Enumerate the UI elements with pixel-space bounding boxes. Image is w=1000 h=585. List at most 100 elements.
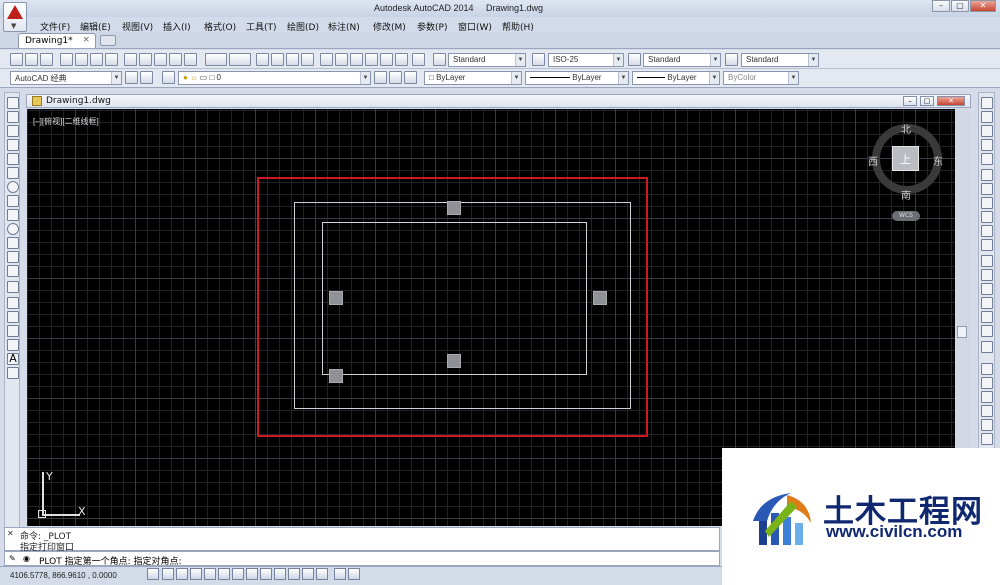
stretch-icon[interactable] — [981, 211, 993, 223]
tool-palettes-icon[interactable] — [350, 53, 363, 66]
mirror-icon[interactable] — [981, 125, 993, 137]
layer-previous-icon[interactable] — [389, 71, 402, 84]
make-block-icon[interactable] — [7, 265, 19, 277]
plotstyle-select[interactable]: ByColor ▼ — [723, 71, 799, 85]
command-input[interactable]: ✎ ◉ PLOT 指定第一个角点: 指定对角点: — [4, 551, 720, 567]
cut-icon[interactable] — [124, 53, 137, 66]
ellipse-icon[interactable] — [7, 223, 19, 235]
scale-icon[interactable] — [981, 197, 993, 209]
wrench-icon[interactable]: ✎ — [9, 554, 16, 563]
table-style-select[interactable]: Standard ▼ — [643, 53, 721, 67]
offset-icon[interactable] — [981, 139, 993, 151]
application-menu-button[interactable]: ▼ — [3, 2, 27, 32]
viewport-controls-label[interactable]: [–][俯视][二维线框] — [33, 116, 99, 127]
infer-constraints-toggle[interactable] — [147, 568, 159, 580]
text-front-icon[interactable] — [981, 433, 993, 445]
revision-cloud-icon[interactable] — [7, 195, 19, 207]
move-icon[interactable] — [981, 169, 993, 181]
spline-icon[interactable] — [7, 209, 19, 221]
mleader-style-select[interactable]: Standard ▼ — [741, 53, 819, 67]
insert-block-icon[interactable] — [7, 251, 19, 263]
scrollbar-thumb[interactable] — [957, 326, 967, 338]
copy-icon[interactable] — [139, 53, 152, 66]
print-icon[interactable] — [60, 53, 73, 66]
minimize-button[interactable]: – — [932, 0, 950, 12]
line-icon[interactable] — [7, 97, 19, 109]
compass-east[interactable]: 东 — [933, 153, 943, 168]
copy-object-icon[interactable] — [981, 111, 993, 123]
grip-right[interactable] — [593, 291, 607, 305]
otrack-toggle[interactable] — [246, 568, 258, 580]
markup-icon[interactable] — [380, 53, 393, 66]
erase-icon[interactable] — [981, 97, 993, 109]
region-icon[interactable] — [7, 325, 19, 337]
dyn-toggle[interactable] — [274, 568, 286, 580]
drawing-close-button[interactable]: ✕ — [937, 96, 965, 106]
ellipse-arc-icon[interactable] — [7, 237, 19, 249]
zoom-realtime-icon[interactable] — [271, 53, 284, 66]
circle-icon[interactable] — [7, 181, 19, 193]
layer-select[interactable]: ● ☼ ▭ □ 0 ▼ — [178, 71, 371, 85]
mtext-icon[interactable]: A — [7, 353, 19, 365]
make-current-layer-icon[interactable] — [374, 71, 387, 84]
rotate-icon[interactable] — [981, 183, 993, 195]
grid-toggle[interactable] — [176, 568, 188, 580]
annotation-monitor-toggle[interactable] — [348, 568, 360, 580]
array-icon[interactable] — [981, 153, 993, 165]
redo-icon[interactable] — [229, 53, 251, 66]
polygon-icon[interactable] — [7, 139, 19, 151]
workspace-settings-icon[interactable] — [125, 71, 138, 84]
help-icon[interactable] — [412, 53, 425, 66]
recent-commands-icon[interactable]: ◉ — [23, 554, 30, 563]
compass-south[interactable]: 南 — [901, 187, 911, 202]
add-selected-icon[interactable] — [7, 367, 19, 379]
snap-toggle[interactable] — [162, 568, 174, 580]
zoom-window-icon[interactable] — [286, 53, 299, 66]
polyline-icon[interactable] — [7, 125, 19, 137]
sheet-set-icon[interactable] — [365, 53, 378, 66]
polar-toggle[interactable] — [204, 568, 216, 580]
wcs-menu[interactable]: WCS — [892, 211, 920, 221]
compass-north[interactable]: 北 — [901, 121, 911, 136]
extend-icon[interactable] — [981, 239, 993, 251]
dim-style-select[interactable]: ISO-25 ▼ — [548, 53, 624, 67]
linetype-select[interactable]: ByLayer ▼ — [525, 71, 629, 85]
drawing-minimize-button[interactable]: – — [903, 96, 917, 106]
inner-rectangle-entity[interactable] — [322, 222, 587, 375]
match-properties-icon[interactable] — [169, 53, 182, 66]
osnap-toggle[interactable] — [218, 568, 230, 580]
lineweight-toggle[interactable] — [288, 568, 300, 580]
join-icon[interactable] — [981, 283, 993, 295]
coordinates-readout[interactable]: 4106.5778, 866.9610 , 0.0000 — [10, 571, 117, 580]
transparency-toggle[interactable] — [302, 568, 314, 580]
grip-top[interactable] — [447, 201, 461, 215]
design-center-icon[interactable] — [335, 53, 348, 66]
lineweight-select[interactable]: ByLayer ▼ — [632, 71, 720, 85]
grip-left[interactable] — [329, 291, 343, 305]
text-style-select[interactable]: Standard ▼ — [448, 53, 526, 67]
point-icon[interactable] — [7, 281, 19, 293]
publish-icon[interactable] — [90, 53, 103, 66]
layer-state-icon[interactable] — [404, 71, 417, 84]
bring-above-icon[interactable] — [981, 405, 993, 417]
pan-icon[interactable] — [256, 53, 269, 66]
break-icon[interactable] — [981, 269, 993, 281]
block-editor-icon[interactable] — [184, 53, 197, 66]
qnew-icon[interactable] — [25, 53, 38, 66]
gear-icon[interactable] — [140, 71, 153, 84]
arc-icon[interactable] — [7, 167, 19, 179]
bring-front-icon[interactable] — [981, 377, 993, 389]
paste-icon[interactable] — [154, 53, 167, 66]
close-icon[interactable]: ✕ — [7, 529, 14, 538]
hatch-icon[interactable] — [7, 297, 19, 309]
rectangle-icon[interactable] — [7, 153, 19, 165]
break-at-point-icon[interactable] — [981, 255, 993, 267]
maximize-button[interactable]: ▢ — [951, 0, 969, 12]
trim-icon[interactable] — [981, 225, 993, 237]
quick-properties-toggle[interactable] — [316, 568, 328, 580]
fillet-icon[interactable] — [981, 311, 993, 323]
zoom-previous-icon[interactable] — [301, 53, 314, 66]
close-button[interactable]: ✕ — [970, 0, 996, 12]
compass-west[interactable]: 西 — [868, 153, 878, 168]
viewcube-top-face[interactable]: 上 — [892, 146, 919, 171]
